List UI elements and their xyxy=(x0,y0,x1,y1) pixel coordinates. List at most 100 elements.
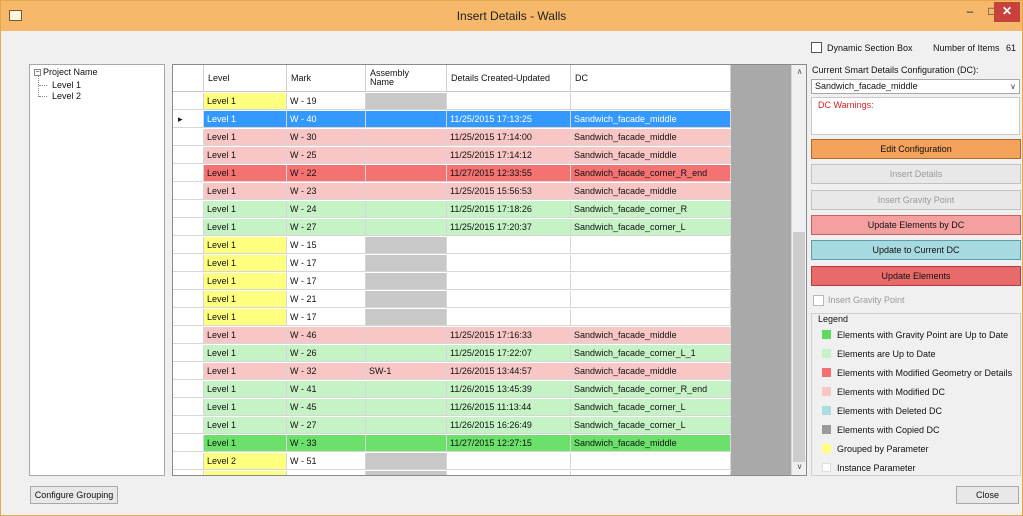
row-header-cell[interactable] xyxy=(173,309,204,326)
cell-mark[interactable]: W - 51 xyxy=(287,453,366,470)
update-elements-button[interactable]: Update Elements xyxy=(811,266,1021,286)
cell-details-created[interactable]: 11/25/2015 17:20:37 xyxy=(447,219,571,236)
table-row[interactable]: ▸ Level 1W - 40 11/25/2015 17:13:25 Sandwic… xyxy=(173,111,731,128)
cell-mark[interactable]: W - 17 xyxy=(287,255,366,272)
cell-level[interactable]: Level 1 xyxy=(204,363,287,380)
cell-details-created[interactable]: 11/25/2015 17:14:00 xyxy=(447,129,571,146)
table-row[interactable]: Level 1W - 26 11/25/2015 17:22:07 Sandwich… xyxy=(173,345,731,362)
cell-assembly-name[interactable] xyxy=(366,111,447,128)
grid-scrollbar[interactable]: ∧ ∨ xyxy=(791,65,806,475)
cell-assembly-name[interactable] xyxy=(366,291,447,308)
cell-details-created[interactable] xyxy=(447,93,571,110)
configure-grouping-button[interactable]: Configure Grouping xyxy=(30,486,118,504)
row-header-cell[interactable] xyxy=(173,417,204,434)
cell-details-created[interactable]: 11/26/2015 13:45:39 xyxy=(447,381,571,398)
cell-details-created[interactable] xyxy=(447,273,571,290)
cell-details-created[interactable] xyxy=(447,309,571,326)
cell-level[interactable]: Level 1 xyxy=(204,165,287,182)
cell-level[interactable]: Level 1 xyxy=(204,93,287,110)
row-header-cell[interactable] xyxy=(173,453,204,470)
cell-mark[interactable]: W - 27 xyxy=(287,219,366,236)
cell-details-created[interactable]: 11/25/2015 17:14:12 xyxy=(447,147,571,164)
cell-assembly-name[interactable] xyxy=(366,399,447,416)
cell-details-created[interactable]: 11/25/2015 15:56:53 xyxy=(447,183,571,200)
cell-dc[interactable]: Sandwich_facade_corner_R_end xyxy=(571,165,731,182)
cell-assembly-name[interactable] xyxy=(366,219,447,236)
cell-details-created[interactable]: 11/25/2015 17:16:33 xyxy=(447,327,571,344)
details-grid[interactable]: Level Mark Assembly Name Details Created… xyxy=(172,64,807,476)
table-row[interactable]: Level 1W - 46 11/25/2015 17:16:33 Sandwich… xyxy=(173,327,731,344)
row-header-cell[interactable] xyxy=(173,363,204,380)
cell-dc[interactable]: Sandwich_facade_corner_L xyxy=(571,399,731,416)
cell-level[interactable]: Level 1 xyxy=(204,309,287,326)
row-header-cell[interactable] xyxy=(173,93,204,110)
table-row[interactable]: Level 1W - 32 SW-1 11/26/2015 13:44:57 Sand… xyxy=(173,363,731,380)
cell-dc[interactable] xyxy=(571,273,731,290)
column-header-dc[interactable]: DC xyxy=(571,65,731,92)
cell-details-created[interactable]: 11/27/2015 12:33:55 xyxy=(447,165,571,182)
table-row[interactable]: Level 1W - 15 xyxy=(173,237,731,254)
cell-mark[interactable]: W - 24 xyxy=(287,201,366,218)
cell-assembly-name[interactable] xyxy=(366,165,447,182)
cell-dc[interactable]: Sandwich_facade_middle xyxy=(571,435,731,452)
cell-level[interactable]: Level 1 xyxy=(204,417,287,434)
cell-level[interactable]: Level 1 xyxy=(204,327,287,344)
row-header-cell[interactable] xyxy=(173,327,204,344)
cell-level[interactable]: Level 1 xyxy=(204,237,287,254)
cell-dc[interactable] xyxy=(571,93,731,110)
cell-assembly-name[interactable] xyxy=(366,147,447,164)
cell-level[interactable]: Level 1 xyxy=(204,273,287,290)
column-header-details-created[interactable]: Details Created-Updated xyxy=(447,65,571,92)
cell-mark[interactable]: W - 46 xyxy=(287,327,366,344)
cell-mark[interactable]: W - 17 xyxy=(287,309,366,326)
column-header-level[interactable]: Level xyxy=(204,65,287,92)
tree-item-level-1[interactable]: Level 1 xyxy=(52,80,81,91)
cell-dc[interactable]: Sandwich_facade_middle xyxy=(571,147,731,164)
row-header-cell[interactable] xyxy=(173,237,204,254)
cell-dc[interactable] xyxy=(571,255,731,272)
cell-details-created[interactable] xyxy=(447,255,571,272)
cell-assembly-name[interactable] xyxy=(366,201,447,218)
row-header-cell[interactable] xyxy=(173,255,204,272)
cell-details-created[interactable] xyxy=(447,237,571,254)
cell-level[interactable]: Level 2 xyxy=(204,471,287,475)
cell-assembly-name[interactable] xyxy=(366,273,447,290)
cell-level[interactable]: Level 1 xyxy=(204,435,287,452)
cell-details-created[interactable]: 11/25/2015 17:13:25 xyxy=(447,111,571,128)
row-header-cell[interactable] xyxy=(173,399,204,416)
cell-mark[interactable]: W - 41 xyxy=(287,381,366,398)
cell-details-created[interactable]: 11/25/2015 17:18:26 xyxy=(447,201,571,218)
cell-dc[interactable]: Sandwich_facade_middle xyxy=(571,129,731,146)
insert-details-button[interactable]: Insert Details xyxy=(811,164,1021,184)
cell-mark[interactable]: W - 25 xyxy=(287,147,366,164)
close-button[interactable]: Close xyxy=(956,486,1019,504)
cell-details-created[interactable]: 11/26/2015 11:13:44 xyxy=(447,399,571,416)
edit-configuration-button[interactable]: Edit Configuration xyxy=(811,139,1021,159)
update-to-current-dc-button[interactable]: Update to Current DC xyxy=(811,240,1021,260)
cell-assembly-name[interactable] xyxy=(366,435,447,452)
table-row[interactable]: Level 2W - 51 xyxy=(173,453,731,470)
cell-dc[interactable]: Sandwich_facade_middle xyxy=(571,327,731,344)
row-header-cell[interactable] xyxy=(173,129,204,146)
cell-assembly-name[interactable] xyxy=(366,237,447,254)
cell-details-created[interactable]: 11/27/2015 12:27:15 xyxy=(447,435,571,452)
cell-mark[interactable]: W - 40 xyxy=(287,111,366,128)
table-row[interactable]: Level 1W - 23 11/25/2015 15:56:53 Sandwich… xyxy=(173,183,731,200)
dynamic-section-box-checkbox[interactable] xyxy=(811,42,822,53)
cell-mark[interactable]: W - 32 xyxy=(287,363,366,380)
cell-assembly-name[interactable] xyxy=(366,471,447,475)
table-row[interactable]: Level 1W - 19 xyxy=(173,93,731,110)
row-header-cell[interactable] xyxy=(173,147,204,164)
insert-gravity-point-checkbox[interactable] xyxy=(813,295,824,306)
cell-dc[interactable] xyxy=(571,471,731,475)
cell-assembly-name[interactable] xyxy=(366,183,447,200)
cell-level[interactable]: Level 1 xyxy=(204,291,287,308)
cell-assembly-name[interactable]: SW-1 xyxy=(366,363,447,380)
cell-assembly-name[interactable] xyxy=(366,93,447,110)
cell-mark[interactable]: W - 33 xyxy=(287,435,366,452)
table-row[interactable]: Level 1W - 17 xyxy=(173,255,731,272)
cell-details-created[interactable]: 11/26/2015 16:26:49 xyxy=(447,417,571,434)
cell-details-created[interactable]: 11/26/2015 13:44:57 xyxy=(447,363,571,380)
row-header-cell[interactable] xyxy=(173,165,204,182)
cell-dc[interactable] xyxy=(571,453,731,470)
